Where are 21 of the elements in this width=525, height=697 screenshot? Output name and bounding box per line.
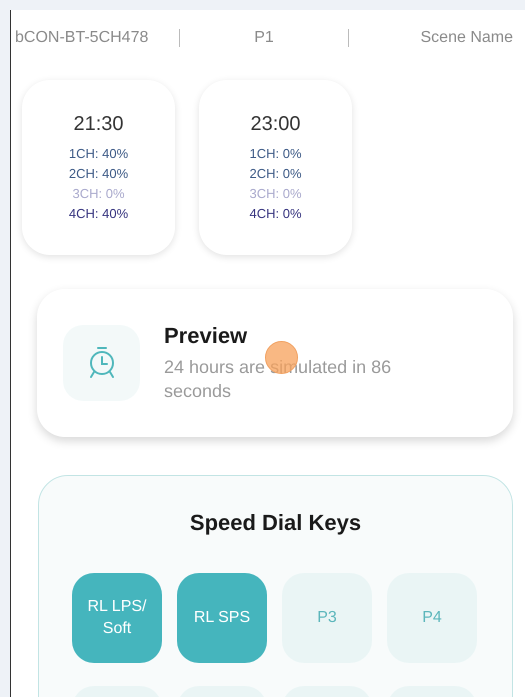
speed-dial-key[interactable]: P3 <box>282 573 372 663</box>
program-name: P1 <box>253 29 275 47</box>
time-point-card[interactable]: 23:00 1CH: 0% 2CH: 0% 3CH: 0% 4CH: 0% <box>199 80 352 255</box>
channel-level: 1CH: 40% <box>68 145 128 163</box>
time-label: 23:00 <box>250 113 301 136</box>
speed-dial-key[interactable]: P4 <box>387 573 477 663</box>
channel-level: 3CH: 0% <box>249 185 302 203</box>
speed-dial-key[interactable]: RL SPS <box>177 573 267 663</box>
channel-level: 3CH: 0% <box>72 185 125 203</box>
section-title: Speed Dial Keys <box>188 510 362 536</box>
speed-dial-key[interactable]: RL LPS/ Soft <box>72 573 162 663</box>
channel-level: 1CH: 0% <box>249 145 302 163</box>
time-label: 21:30 <box>73 113 124 136</box>
channel-level: 2CH: 0% <box>249 165 302 183</box>
channel-level: 4CH: 40% <box>68 205 128 223</box>
scene-name: Scene Name <box>420 29 514 47</box>
preview-title: Preview <box>164 323 248 349</box>
time-point-card[interactable]: 21:30 1CH: 40% 2CH: 40% 3CH: 0% 4CH: 40% <box>22 80 175 255</box>
channel-level: 2CH: 40% <box>68 165 128 183</box>
device-name: bCON-BT-5CH478 <box>14 29 150 47</box>
channel-level: 4CH: 0% <box>249 205 302 223</box>
